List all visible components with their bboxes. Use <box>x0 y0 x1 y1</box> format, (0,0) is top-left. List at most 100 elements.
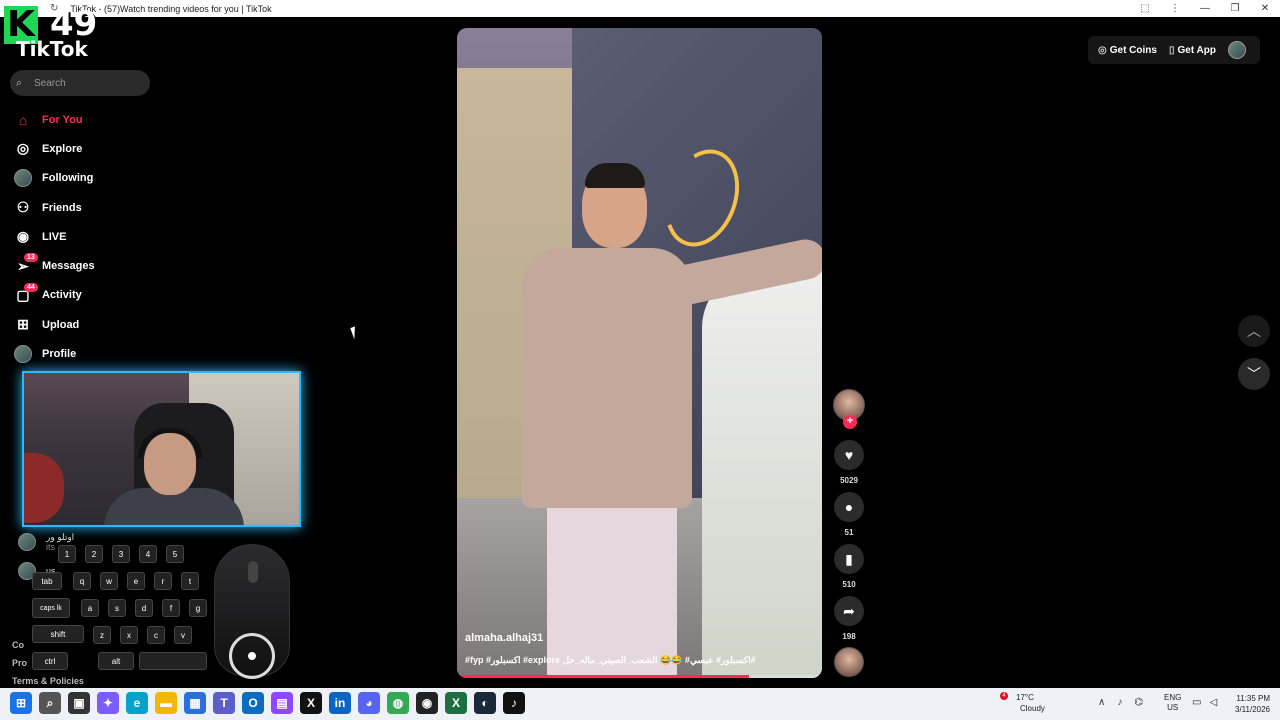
outlook-icon[interactable]: O <box>242 692 264 714</box>
network-icon[interactable]: ⌬ <box>1134 697 1143 708</box>
taskbar-apps: ⊞ ⌕ ▣ ✦ e ▬ ▦ T O ▤ Xin ◕ ◍ ◉ X ◐ ♪ <box>10 692 525 714</box>
get-coins-label: Get Coins <box>1109 44 1157 56</box>
search-icon[interactable]: ⌕ <box>39 692 61 714</box>
teams-icon[interactable]: T <box>213 692 235 714</box>
key: shift <box>32 625 84 643</box>
sidebar-item-label: Activity <box>42 289 82 302</box>
like-button[interactable]: ♥ <box>834 440 864 470</box>
sidebar-item-messages[interactable]: ➢ 13 Messages <box>14 251 95 280</box>
share-button[interactable]: ➦ <box>834 596 864 626</box>
key: 1 <box>58 545 76 563</box>
comment-count: 51 <box>844 528 854 537</box>
key: r <box>154 572 172 590</box>
weather-temp: 17°C <box>1016 693 1034 702</box>
key: ctrl <box>32 652 68 670</box>
sidebar-item-label: LIVE <box>42 230 67 243</box>
sidebar-item-for-you[interactable]: ⌂ For You <box>14 105 95 134</box>
video-player[interactable]: almaha.alhaj31 #fyp #اكسبلور #explore اك… <box>457 28 822 678</box>
taskview-icon[interactable]: ▣ <box>68 692 90 714</box>
minimize-button[interactable]: — <box>1190 3 1220 14</box>
save-button[interactable]: ▮ <box>834 544 864 574</box>
sidebar-item-label: Explore <box>42 142 83 155</box>
key: x <box>120 626 138 644</box>
gaming-chair <box>702 268 822 678</box>
discord-icon[interactable]: ◕ <box>358 692 380 714</box>
display-icon[interactable]: ▭ <box>1192 697 1201 708</box>
volume-icon[interactable]: ◁ <box>1209 697 1217 708</box>
music-disc-avatar[interactable] <box>834 647 864 677</box>
bookmark-icon: ▮ <box>845 550 853 567</box>
sidebar-item-explore[interactable]: ◎ Explore <box>14 134 95 163</box>
weather-widget[interactable]: 4 17°C Cloudy <box>1000 692 1045 714</box>
sidebar-item-friends[interactable]: ⚇ Friends <box>14 193 95 222</box>
key: v <box>174 626 192 644</box>
user-avatar[interactable] <box>1228 41 1246 59</box>
get-app-button[interactable]: ▯ Get App <box>1169 45 1216 56</box>
coin-icon: ◎ <box>1098 44 1107 56</box>
previous-video-button[interactable]: ︿ <box>1238 315 1270 347</box>
sidebar-item-profile[interactable]: Profile <box>14 339 95 368</box>
video-progress-bar[interactable] <box>457 675 822 678</box>
sidebar-item-following[interactable]: Following <box>14 164 95 193</box>
mouse-cursor-icon <box>350 324 364 340</box>
windows-start-icon[interactable]: ⊞ <box>10 692 32 714</box>
language-indicator[interactable]: ENG US <box>1164 693 1181 713</box>
mouse-overlay <box>214 544 290 679</box>
copilot-icon[interactable]: ✦ <box>97 692 119 714</box>
restore-button[interactable]: ❐ <box>1220 3 1250 14</box>
twitch-icon[interactable]: ▤ <box>271 692 293 714</box>
share-icon: ➦ <box>843 602 855 619</box>
get-coins-button[interactable]: ◎ Get Coins <box>1098 45 1157 56</box>
key: a <box>81 599 99 617</box>
linkedin-icon[interactable]: in <box>329 692 351 714</box>
close-button[interactable]: ✕ <box>1250 3 1280 14</box>
sidebar-item-label: For You <box>42 113 83 126</box>
upload-icon: ⊞ <box>17 316 29 333</box>
next-video-button[interactable]: ﹀ <box>1238 358 1270 390</box>
tiktok-icon[interactable]: ♪ <box>503 692 525 714</box>
sidebar-item-activity[interactable]: ▢ 44 Activity <box>14 281 95 310</box>
key: s <box>108 599 126 617</box>
clock-date: 3/11/2026 <box>1235 705 1270 714</box>
browser-menu-icon[interactable]: ⋮ <box>1160 3 1190 14</box>
windows-taskbar: ⊞ ⌕ ▣ ✦ e ▬ ▦ T O ▤ Xin ◕ ◍ ◉ X ◐ ♪ 4 17°C Cloudy ∧ ♪ ⌬ … <box>0 688 1280 720</box>
clock-time: 11:35 PM <box>1236 694 1270 703</box>
footer-link[interactable]: Co <box>12 640 24 650</box>
sidebar-item-live[interactable]: ◉ LIVE <box>14 222 95 251</box>
sidebar-item-upload[interactable]: ⊞ Upload <box>14 310 95 339</box>
save-count: 510 <box>842 580 856 589</box>
tray-chevron-icon[interactable]: ∧ <box>1098 697 1105 708</box>
key: g <box>189 599 207 617</box>
video-caption[interactable]: #fyp #اكسبلور #explore اكسبلور# عبسي# 😂😂… <box>465 655 756 666</box>
video-author[interactable]: almaha.alhaj31 <box>465 632 543 644</box>
microphone-icon[interactable]: ♪ <box>1117 697 1122 708</box>
key: alt <box>98 652 134 670</box>
window-title: TikTok - (57)Watch trending videos for y… <box>70 3 272 14</box>
tiktok-logo[interactable]: TikTok <box>16 37 88 61</box>
follow-button[interactable]: + <box>843 415 857 429</box>
sidebar-nav: ⌂ For You ◎ Explore Following ⚇ Friends … <box>14 105 95 369</box>
file-explorer-icon[interactable]: ▬ <box>155 692 177 714</box>
account-name: اوتلو ور <box>46 532 75 542</box>
search-box[interactable]: ⌕ <box>10 70 150 96</box>
store-icon[interactable]: ▦ <box>184 692 206 714</box>
obs-icon[interactable]: ◉ <box>416 692 438 714</box>
terms-link[interactable]: Terms & Policies <box>12 676 84 686</box>
extensions-icon[interactable]: ⬚ <box>1130 3 1160 14</box>
comment-button[interactable]: ● <box>834 492 864 522</box>
system-clock[interactable]: 11:35 PM 3/11/2026 <box>1226 693 1270 715</box>
search-input[interactable] <box>34 77 144 89</box>
language-code: ENG <box>1164 693 1182 702</box>
comment-icon: ● <box>844 499 854 515</box>
chrome-icon[interactable]: ◍ <box>387 692 409 714</box>
steam-icon[interactable]: ◐ <box>474 692 496 714</box>
share-count: 198 <box>842 632 856 641</box>
footer-link[interactable]: Pro <box>12 658 27 668</box>
excel-icon[interactable]: X <box>445 692 467 714</box>
x-icon[interactable]: X <box>300 692 322 714</box>
sidebar-item-label: Profile <box>42 348 77 361</box>
edge-icon[interactable]: e <box>126 692 148 714</box>
profile-avatar <box>14 345 32 364</box>
sidebar-item-label: Friends <box>42 201 82 214</box>
key: 3 <box>112 545 130 563</box>
